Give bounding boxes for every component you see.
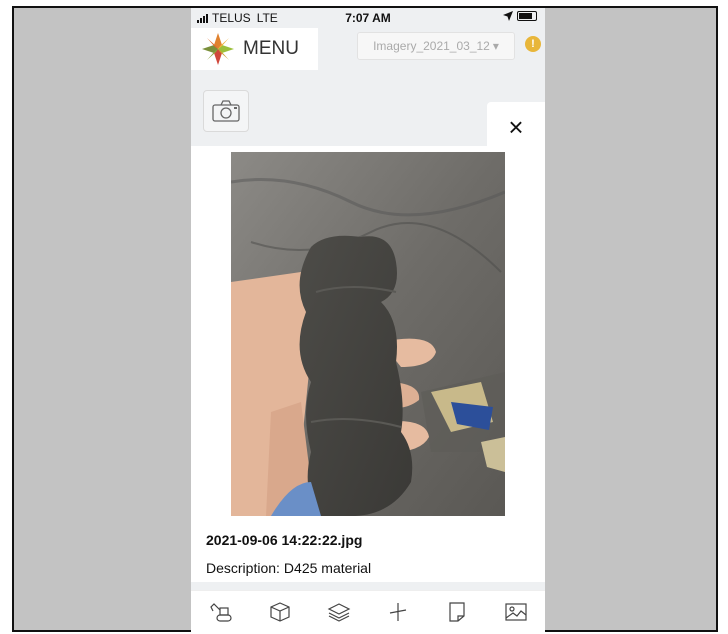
site-photo [231, 152, 505, 516]
close-button[interactable]: × [487, 102, 545, 152]
measure-icon[interactable] [383, 597, 413, 627]
menu-button[interactable]: MENU [191, 28, 318, 70]
excavator-icon[interactable] [206, 597, 236, 627]
phone-screen: TELUS LTE 7:07 AM MENU Imagery_2021_03_1… [191, 8, 545, 632]
imagery-select[interactable]: Imagery_2021_03_12 ▾ [357, 32, 515, 60]
description-value: D425 material [283, 560, 372, 576]
location-icon [503, 11, 513, 21]
clock: 7:07 AM [345, 11, 391, 25]
status-bar: TELUS LTE 7:07 AM [191, 8, 545, 28]
photo-filename: 2021-09-06 14:22:22.jpg [206, 532, 363, 548]
camera-icon [212, 100, 240, 122]
battery-icon [517, 11, 537, 21]
camera-button[interactable] [203, 90, 249, 132]
photo-modal: 2021-09-06 14:22:22.jpg Description: D42… [191, 146, 545, 582]
close-icon: × [508, 112, 524, 142]
imagery-select-value: Imagery_2021_03_12 [373, 39, 490, 53]
image-icon[interactable] [501, 597, 531, 627]
photo-description: Description: D425 material [206, 560, 371, 576]
cube-icon[interactable] [265, 597, 295, 627]
bottom-toolbar [191, 590, 545, 632]
layers-icon[interactable] [324, 597, 354, 627]
menu-label: MENU [243, 38, 299, 59]
chevron-down-icon: ▾ [492, 39, 499, 53]
alert-icon[interactable]: ! [525, 36, 541, 52]
description-label: Description: [206, 560, 280, 576]
logo-icon [202, 33, 234, 65]
note-icon[interactable] [442, 597, 472, 627]
